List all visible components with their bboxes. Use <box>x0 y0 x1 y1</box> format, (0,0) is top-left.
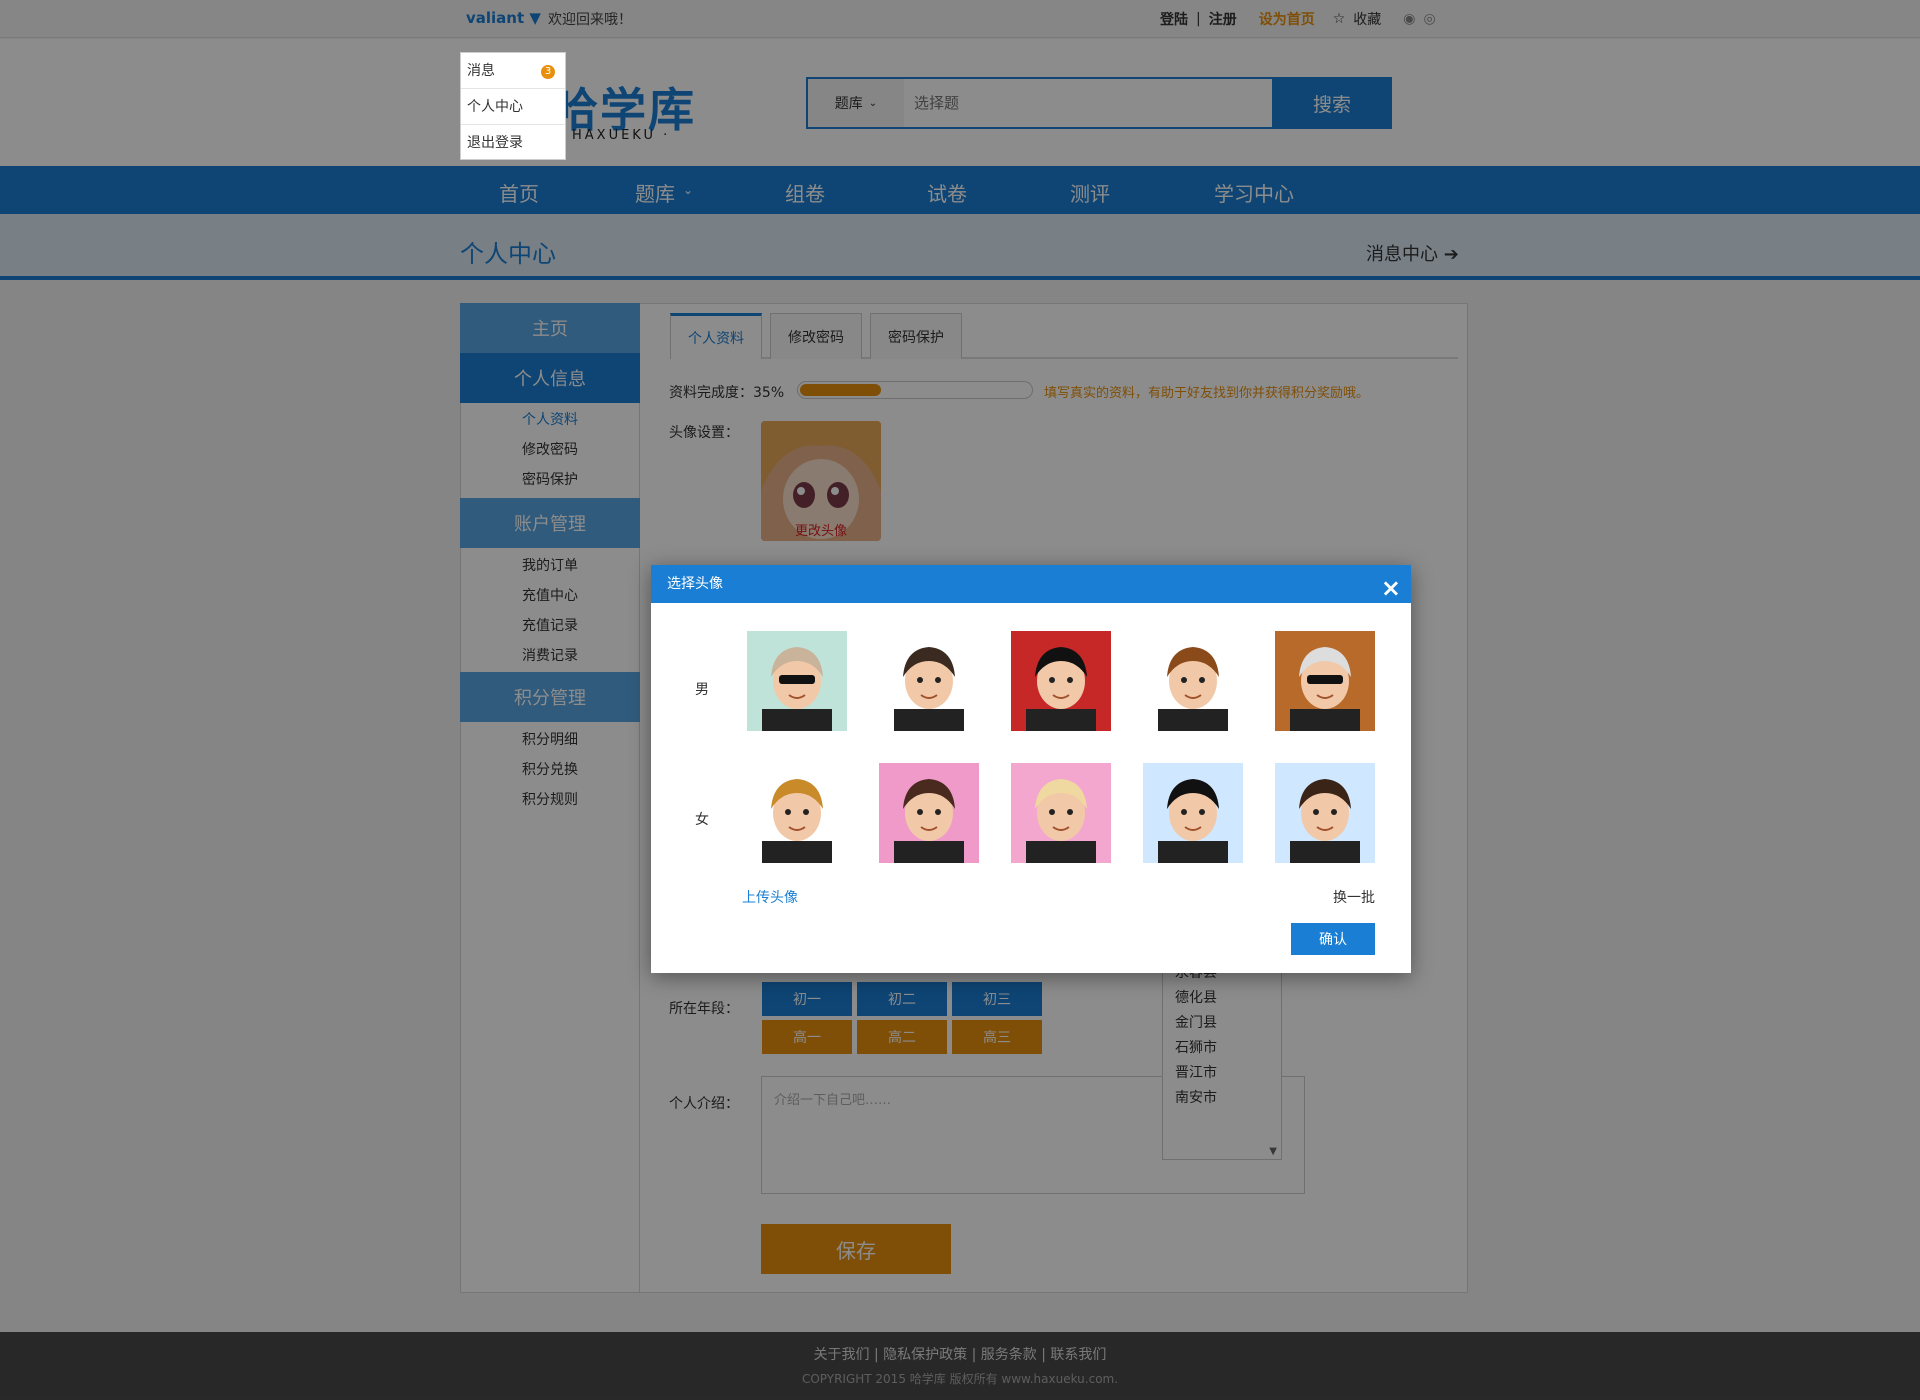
male-avatar-option[interactable] <box>1275 631 1375 731</box>
female-avatar-option[interactable] <box>747 763 847 863</box>
menu-item-logout[interactable]: 退出登录 <box>461 125 565 161</box>
female-label: 女 <box>695 812 709 828</box>
menu-item-personal-center[interactable]: 个人中心 <box>461 89 565 125</box>
female-avatar-option[interactable] <box>1275 763 1375 863</box>
male-avatar-option[interactable] <box>1143 631 1243 731</box>
modal-header: 选择头像 × <box>651 565 1411 603</box>
message-count-badge: 3 <box>541 65 555 79</box>
male-avatar-option[interactable] <box>879 631 979 731</box>
menu-item-label: 消息 <box>467 63 495 79</box>
female-avatar-option[interactable] <box>1011 763 1111 863</box>
female-avatar-option[interactable] <box>1143 763 1243 863</box>
male-avatar-option[interactable] <box>1011 631 1111 731</box>
avatar-modal: 选择头像 × 男 女 上传头像 换一批 确认 <box>651 565 1411 973</box>
change-batch-link[interactable]: 换一批 <box>1333 887 1375 907</box>
menu-item-messages[interactable]: 消息 3 <box>461 53 565 89</box>
confirm-button[interactable]: 确认 <box>1291 923 1375 955</box>
user-dropdown-menu: 消息 3 个人中心 退出登录 <box>460 52 566 160</box>
male-label: 男 <box>695 682 709 698</box>
close-icon[interactable]: × <box>1381 569 1401 607</box>
male-avatar-option[interactable] <box>747 631 847 731</box>
modal-title: 选择头像 <box>667 576 723 592</box>
female-avatar-option[interactable] <box>879 763 979 863</box>
upload-avatar-link[interactable]: 上传头像 <box>742 887 798 907</box>
